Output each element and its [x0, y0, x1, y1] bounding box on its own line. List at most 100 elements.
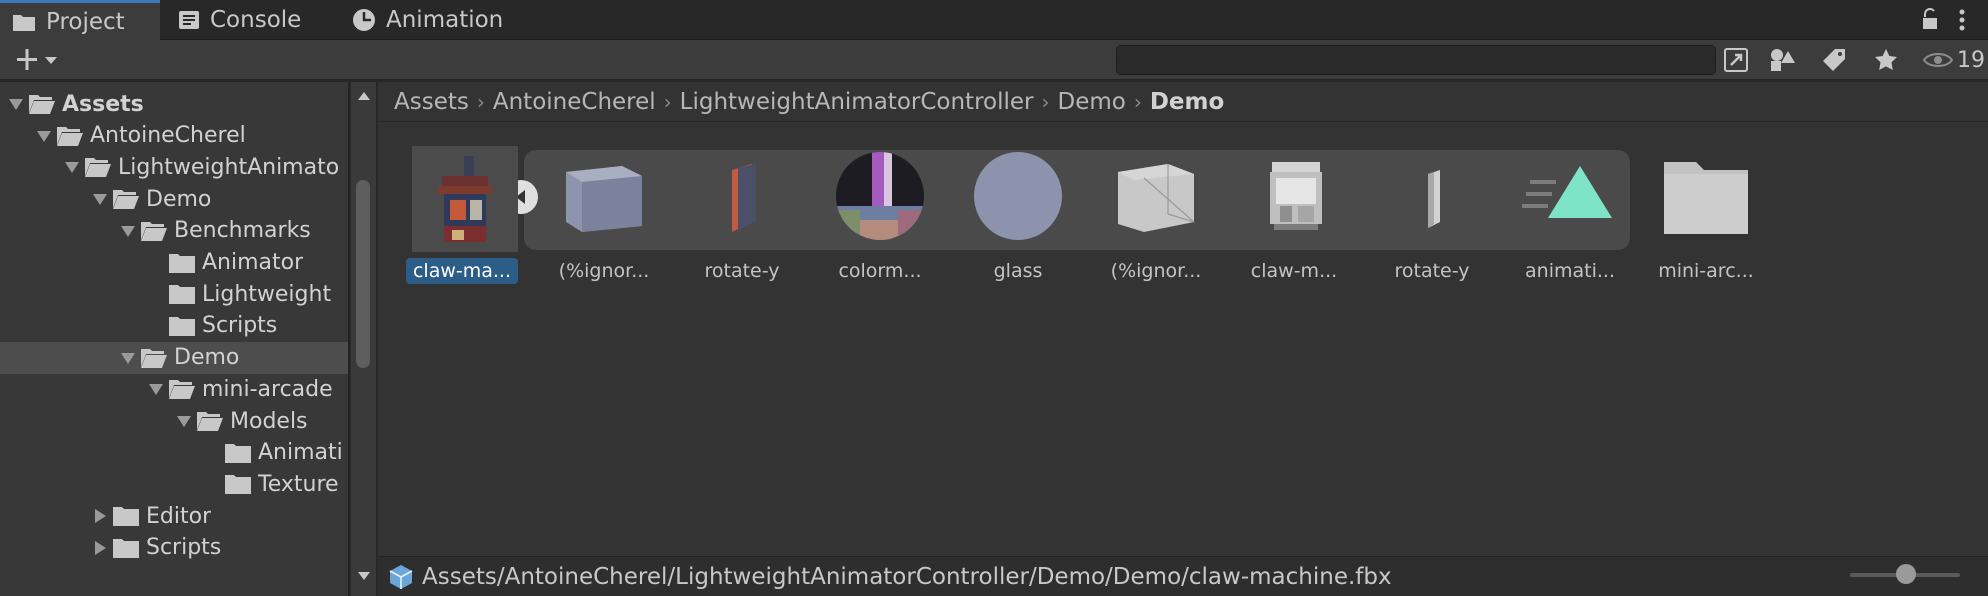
scroll-down-icon[interactable]: [357, 570, 371, 582]
thumbnail-size-slider-handle[interactable]: [1896, 564, 1916, 584]
tree-item[interactable]: Scripts: [0, 310, 348, 342]
tree-item[interactable]: Benchmarks: [0, 215, 348, 247]
claw-grey-thumbnail: [1246, 148, 1342, 252]
expand-arrow-icon[interactable]: [64, 159, 80, 175]
asset-item[interactable]: claw-ma...: [398, 146, 518, 288]
slab-mesh-thumbnail: [694, 148, 790, 252]
tree-item[interactable]: Animati: [0, 437, 348, 469]
breadcrumb-item[interactable]: Demo: [1144, 89, 1230, 115]
color-sphere-thumbnail: [832, 148, 928, 252]
glass-sphere-thumbnail: [970, 148, 1066, 252]
asset-label: claw-m...: [1250, 260, 1338, 282]
eye-icon: [1923, 53, 1953, 67]
tab-project[interactable]: Project: [0, 0, 160, 40]
breadcrumb-item[interactable]: Demo: [1051, 89, 1131, 115]
plane-mesh-thumbnail: [1108, 148, 1204, 252]
folder-icon: [168, 283, 196, 305]
asset-item[interactable]: glass: [958, 148, 1078, 288]
expand-arrow-icon[interactable]: [36, 128, 52, 144]
asset-item[interactable]: colorm...: [820, 148, 940, 288]
tree-item[interactable]: Assets: [0, 88, 348, 120]
search-input[interactable]: [1116, 45, 1716, 75]
asset-item[interactable]: mini-arc...: [1646, 148, 1766, 288]
folder-icon: [168, 252, 196, 274]
chevron-down-icon: [45, 57, 57, 64]
tree-item[interactable]: Lightweight: [0, 278, 348, 310]
chevron-right-icon: ›: [1133, 89, 1142, 114]
tree-item[interactable]: Animator: [0, 247, 348, 279]
filter-by-type-button[interactable]: [1766, 44, 1798, 76]
shapes-icon: [1771, 49, 1795, 71]
search-mode-button[interactable]: [1720, 44, 1752, 76]
favorites-button[interactable]: [1870, 44, 1902, 76]
asset-label: rotate-y: [704, 260, 780, 282]
asset-item[interactable]: animati...: [1510, 148, 1630, 288]
tree-item[interactable]: Demo: [0, 341, 348, 374]
selected-asset-path: Assets/AntoineCherel/LightweightAnimator…: [422, 563, 1392, 590]
expand-arrow-icon[interactable]: [148, 381, 164, 397]
chevron-right-icon: ›: [476, 89, 485, 114]
folder-icon: [112, 505, 140, 527]
tree-item-label: Models: [230, 408, 308, 434]
folder-icon: [13, 14, 35, 31]
folder-icon: [84, 156, 112, 178]
breadcrumb-item[interactable]: LightweightAnimatorController: [674, 89, 1040, 115]
tree-item[interactable]: mini-arcade: [0, 373, 348, 405]
tab-label: Animation: [386, 7, 504, 33]
tree-item-label: Demo: [146, 186, 212, 212]
asset-label: glass: [993, 260, 1043, 282]
lock-icon[interactable]: [1920, 8, 1940, 36]
tab-label: Project: [46, 8, 125, 35]
folder-icon: [196, 410, 224, 432]
asset-label: (%ignor...: [1110, 260, 1202, 282]
tree-item[interactable]: AntoineCherel: [0, 120, 348, 152]
tree-item-label: Demo: [174, 345, 240, 371]
asset-item[interactable]: rotate-y: [1372, 148, 1492, 288]
folder-icon: [168, 315, 196, 337]
folder-tree: Assets AntoineCherel LightweightAnimato Dem…: [0, 82, 350, 596]
expand-arrow-icon[interactable]: [120, 350, 136, 366]
filter-by-label-button[interactable]: [1818, 44, 1850, 76]
scroll-up-icon[interactable]: [357, 90, 371, 102]
star-icon: [1875, 49, 1897, 70]
tree-item-label: Benchmarks: [174, 218, 311, 244]
expand-arrow-icon[interactable]: [120, 223, 136, 239]
expand-arrow-icon[interactable]: [8, 96, 24, 112]
tree-item[interactable]: Models: [0, 405, 348, 437]
more-options-icon[interactable]: [1958, 8, 1966, 38]
clock-icon: [353, 9, 375, 31]
collapse-arrow-icon[interactable]: [92, 540, 108, 556]
folder-thumbnail: [1658, 148, 1754, 252]
folder-icon: [140, 347, 168, 369]
tab-console[interactable]: Console: [166, 0, 313, 40]
tree-item-label: Editor: [146, 503, 212, 529]
asset-item[interactable]: rotate-y: [682, 148, 802, 288]
expand-arrow-icon[interactable]: [176, 413, 192, 429]
tree-item[interactable]: Editor: [0, 500, 348, 532]
tree-item[interactable]: LightweightAnimato: [0, 151, 348, 183]
tree-item-label: Lightweight: [202, 281, 332, 307]
box-mesh-thumbnail: [556, 148, 652, 252]
tree-item[interactable]: Texture: [0, 468, 348, 500]
expand-arrow-icon[interactable]: [92, 191, 108, 207]
breadcrumb-item[interactable]: Assets: [388, 89, 475, 115]
hidden-packages-toggle[interactable]: 19: [1922, 44, 1986, 76]
tab-animation[interactable]: Animation: [340, 0, 515, 40]
animation-clip-thumbnail: [1522, 148, 1618, 252]
tree-item-label: Scripts: [202, 313, 278, 339]
create-dropdown-button[interactable]: [10, 44, 64, 76]
project-toolbar: 19: [0, 40, 1988, 80]
collapse-arrow-icon[interactable]: [92, 508, 108, 524]
tree-scrollbar-thumb[interactable]: [356, 180, 370, 368]
tree-item[interactable]: Scripts: [0, 532, 348, 564]
tag-icon: [1823, 49, 1845, 71]
asset-label: rotate-y: [1394, 260, 1470, 282]
asset-item[interactable]: (%ignor...: [544, 148, 664, 288]
breadcrumb-item[interactable]: AntoineCherel: [487, 89, 662, 115]
asset-item[interactable]: (%ignor...: [1096, 148, 1216, 288]
folder-icon: [28, 93, 56, 115]
window-tab-bar: Project Console Animation: [0, 0, 1988, 40]
plus-icon: [17, 49, 37, 70]
asset-item[interactable]: claw-m...: [1234, 148, 1354, 288]
tree-item[interactable]: Demo: [0, 183, 348, 215]
